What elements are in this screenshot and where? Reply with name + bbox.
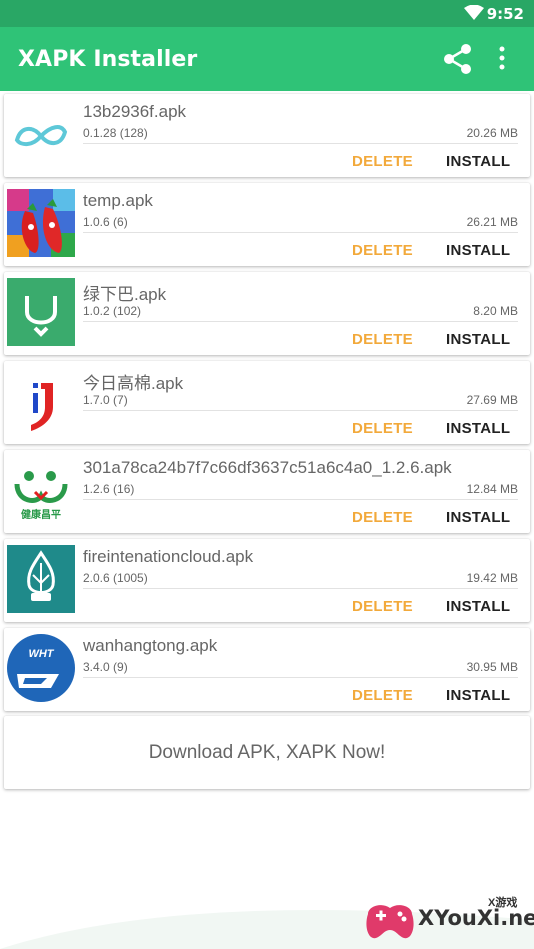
green-chin-icon [7,278,75,346]
divider [83,232,518,233]
gamepad-logo-icon [366,905,414,939]
install-button[interactable]: INSTALL [446,598,510,615]
delete-button[interactable]: DELETE [352,509,413,526]
divider [83,143,518,144]
install-button[interactable]: INSTALL [446,509,510,526]
divider [83,677,518,678]
apk-card[interactable]: 绿下巴.apk 1.0.2 (102) 8.20 MB DELETE INSTA… [4,272,530,355]
delete-button[interactable]: DELETE [352,331,413,348]
apk-version: 1.0.6 (6) [83,215,128,229]
apk-size: 19.42 MB [466,571,518,585]
install-button[interactable]: INSTALL [446,242,510,259]
more-vert-icon[interactable] [498,45,506,76]
apk-card[interactable]: WHT wanhangtong.apk 3.4.0 (9) 30.95 MB D… [4,628,530,711]
status-time: 9:52 [486,5,524,23]
apk-card[interactable]: 13b2936f.apk 0.1.28 (128) 20.26 MB DELET… [4,94,530,177]
apk-card[interactable]: 今日高棉.apk 1.7.0 (7) 27.69 MB DELETE INSTA… [4,361,530,444]
divider [83,410,518,411]
share-icon[interactable] [442,43,474,80]
fire-cloud-icon [7,545,75,613]
install-button[interactable]: INSTALL [446,687,510,704]
apk-version: 1.0.2 (102) [83,304,142,318]
apk-size: 20.26 MB [466,126,518,140]
apk-version: 0.1.28 (128) [83,126,148,140]
health-app-icon: 健康昌平 [7,456,75,524]
apk-size: 27.69 MB [466,393,518,407]
apk-name: 绿下巴.apk [83,285,167,304]
download-banner[interactable]: Download APK, XAPK Now! [4,716,530,789]
apk-size: 30.95 MB [466,660,518,674]
apk-name: temp.apk [83,191,153,210]
apk-version: 1.2.6 (16) [83,482,135,496]
apk-version: 3.4.0 (9) [83,660,128,674]
apk-size: 26.21 MB [466,215,518,229]
delete-button[interactable]: DELETE [352,242,413,259]
apk-name: wanhangtong.apk [83,636,218,655]
divider [83,588,518,589]
delete-button[interactable]: DELETE [352,687,413,704]
wifi-icon [464,4,484,26]
apk-card[interactable]: 健康昌平 301a78ca24b7f7c66df3637c51a6c4a0_1.… [4,450,530,533]
apk-name: fireintenationcloud.apk [83,547,254,566]
apk-card[interactable]: temp.apk 1.0.6 (6) 26.21 MB DELETE INSTA… [4,183,530,266]
wht-logo-icon: WHT [7,634,75,702]
download-banner-text: Download APK, XAPK Now! [148,742,386,763]
delete-button[interactable]: DELETE [352,598,413,615]
app-bar: XAPK Installer [0,27,534,91]
health-app-icon-text: 健康昌平 [21,510,61,521]
apk-size: 12.84 MB [466,482,518,496]
status-bar: 9:52 [0,0,534,27]
red-blue-j-icon [7,367,75,435]
watermark: X游戏 XYouXi.net [360,890,534,949]
infinity-logo-icon [7,100,75,168]
wht-logo-text: WHT [28,648,54,660]
app-title: XAPK Installer [18,47,198,72]
chili-game-icon [7,189,75,257]
apk-version: 2.0.6 (1005) [83,571,148,585]
watermark-text: XYouXi.net [418,906,534,930]
delete-button[interactable]: DELETE [352,153,413,170]
delete-button[interactable]: DELETE [352,420,413,437]
apk-version: 1.7.0 (7) [83,393,128,407]
apk-card[interactable]: fireintenationcloud.apk 2.0.6 (1005) 19.… [4,539,530,622]
apk-name: 13b2936f.apk [83,102,187,121]
apk-name: 301a78ca24b7f7c66df3637c51a6c4a0_1.2.6.a… [83,458,452,477]
install-button[interactable]: INSTALL [446,153,510,170]
install-button[interactable]: INSTALL [446,420,510,437]
divider [83,321,518,322]
apk-name: 今日高棉.apk [83,374,184,393]
apk-size: 8.20 MB [473,304,518,318]
install-button[interactable]: INSTALL [446,331,510,348]
divider [83,499,518,500]
